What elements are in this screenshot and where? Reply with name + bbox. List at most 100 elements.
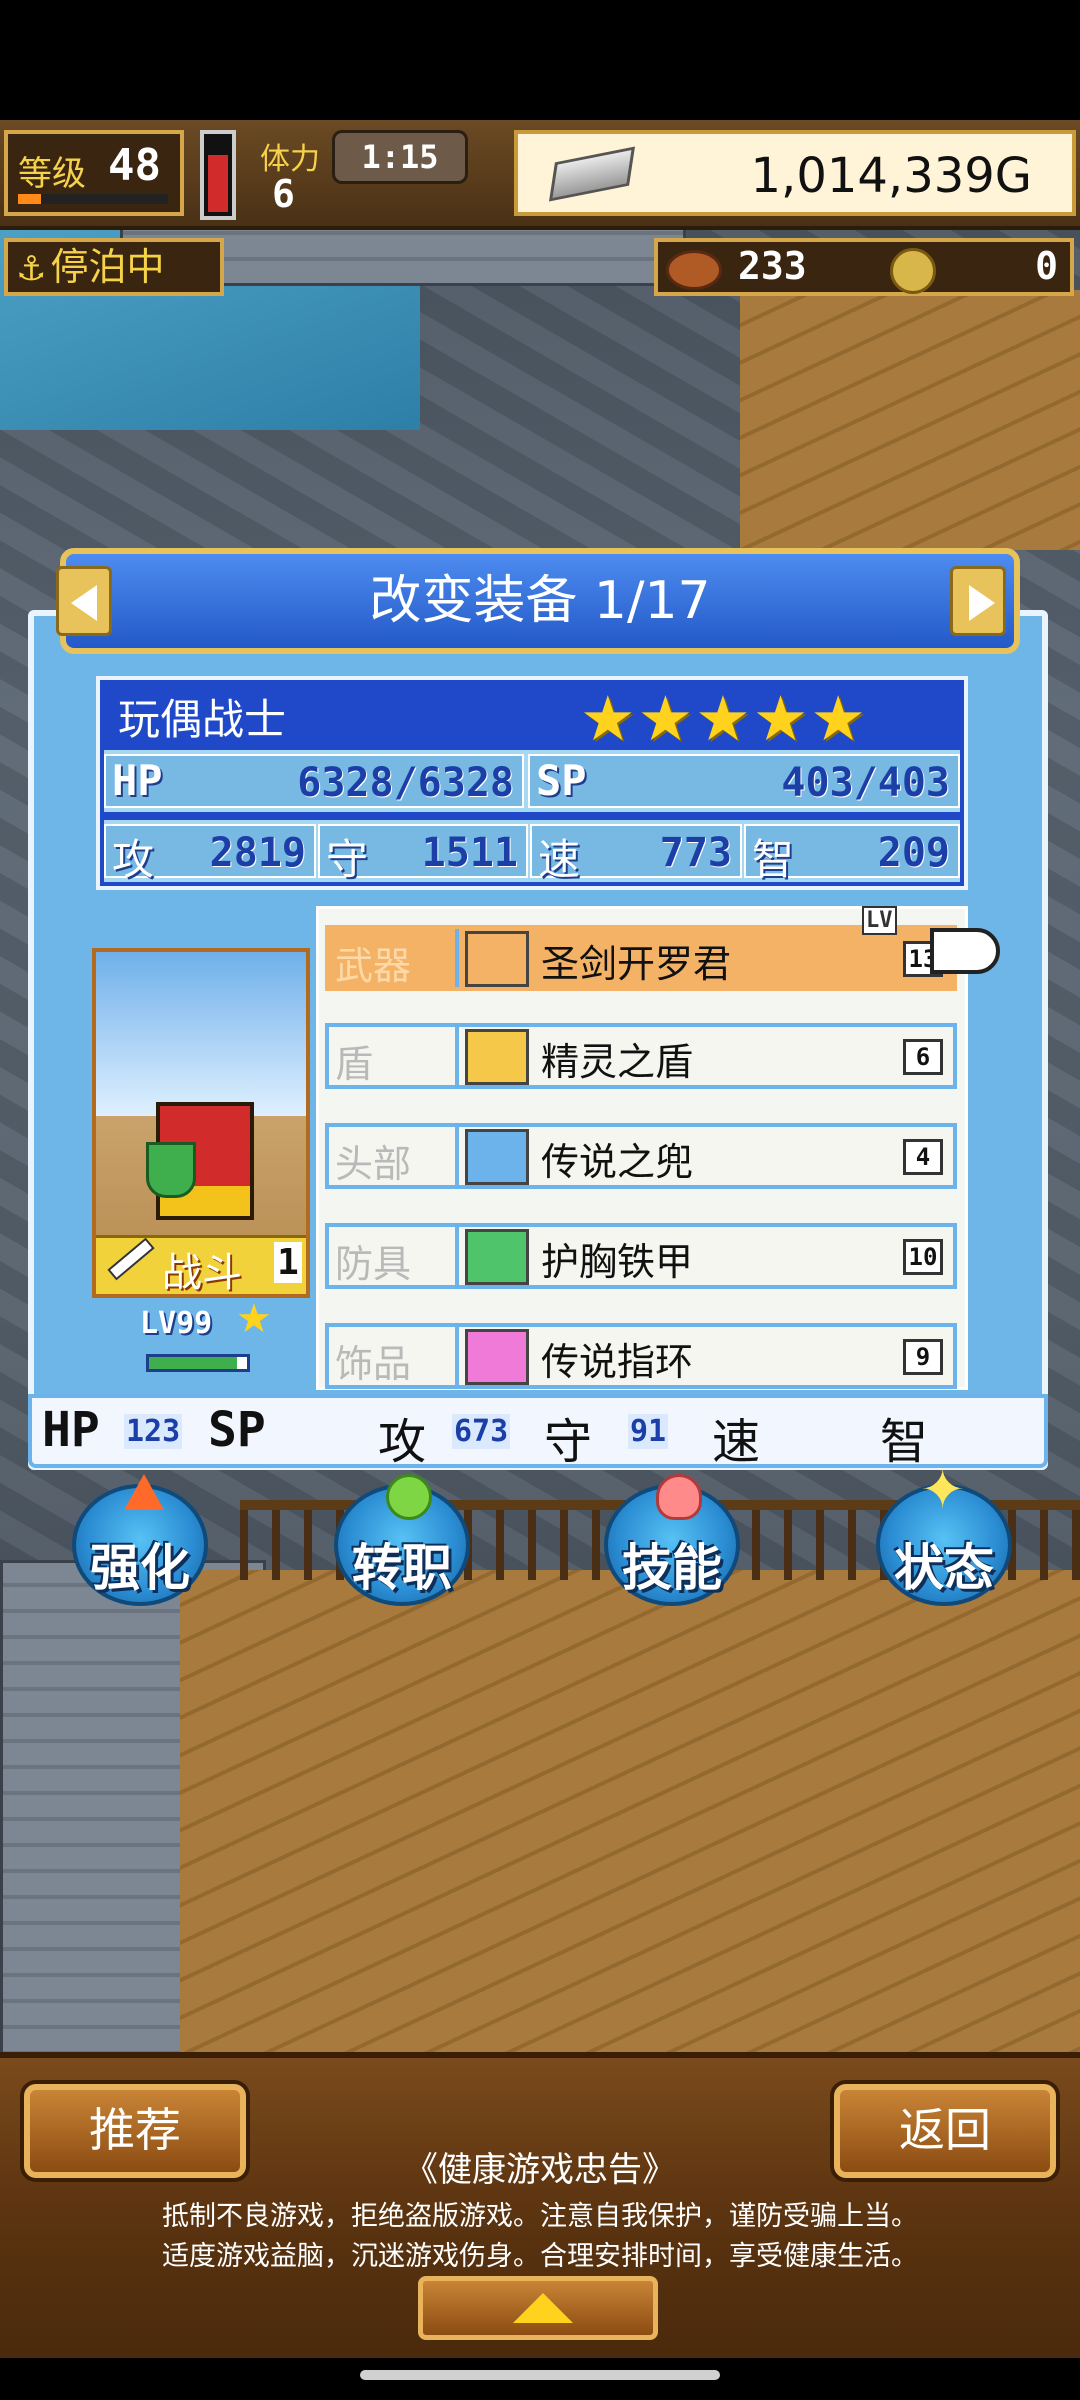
health-advice-title: 《健康游戏忠告》 bbox=[404, 2150, 676, 2190]
bonus-sp-label: SP bbox=[208, 1402, 266, 1458]
hp-label: HP bbox=[112, 756, 163, 805]
medal-count: 0 bbox=[1035, 244, 1058, 288]
job-tag: 战斗 1 bbox=[96, 1235, 306, 1294]
previous-character-button[interactable] bbox=[56, 566, 112, 636]
status-button[interactable]: ✦ 状态 bbox=[876, 1458, 1012, 1606]
arrow-up-icon bbox=[124, 1474, 164, 1510]
character-name: 玩偶战士 bbox=[118, 695, 287, 744]
stamina-gauge bbox=[200, 130, 236, 220]
green-gem-icon bbox=[386, 1474, 432, 1520]
slot-divider bbox=[455, 1127, 459, 1185]
slot-divider bbox=[455, 929, 459, 987]
sp-value: 403/403 bbox=[781, 760, 950, 806]
intelligence-stat: 智 209 bbox=[744, 824, 960, 884]
market-stall bbox=[740, 290, 1080, 550]
slot-label: 头部 bbox=[335, 1142, 412, 1186]
player-level-box: 等级 48 bbox=[4, 130, 184, 216]
gold-amount: 1,014,339G bbox=[750, 148, 1032, 204]
home-indicator[interactable] bbox=[360, 2370, 720, 2380]
stamina-value: 6 bbox=[272, 172, 295, 216]
player-level: 48 bbox=[108, 140, 161, 191]
job-change-button[interactable]: 转职 bbox=[334, 1474, 470, 1606]
speed-stat: 速 773 bbox=[530, 824, 742, 884]
skills-button[interactable]: 技能 bbox=[604, 1474, 740, 1606]
expand-menu-button[interactable] bbox=[418, 2276, 658, 2340]
equip-name: 圣剑开罗君 bbox=[541, 942, 732, 986]
health-advice-line-2: 适度游戏益脑，沉迷游戏伤身。合理安排时间，享受健康生活。 bbox=[162, 2241, 918, 2272]
green-shield-sprite bbox=[146, 1142, 196, 1198]
bonus-hp-value: 123 bbox=[124, 1414, 183, 1449]
bonus-attack-label: 攻 bbox=[378, 1414, 427, 1470]
sp-label: SP bbox=[536, 756, 587, 805]
character-portrait: 战斗 1 bbox=[92, 948, 310, 1298]
attack-stat: 攻 2819 bbox=[104, 824, 316, 884]
shield-icon bbox=[465, 1029, 529, 1085]
equip-level: 10 bbox=[903, 1239, 943, 1275]
gold-bar-icon bbox=[548, 146, 636, 202]
equip-name: 传说之兜 bbox=[541, 1140, 694, 1184]
bonus-defense-value: 91 bbox=[628, 1414, 669, 1449]
slot-label: 饰品 bbox=[335, 1342, 412, 1386]
equip-level: 9 bbox=[903, 1339, 943, 1375]
bonus-attack-value: 673 bbox=[452, 1414, 511, 1449]
equip-slot-head[interactable]: 头部 传说之兜 4 bbox=[325, 1123, 957, 1189]
bonus-speed-label: 速 bbox=[712, 1414, 761, 1470]
level-progress-bar bbox=[18, 194, 168, 204]
equip-slot-armor[interactable]: 防具 护胸铁甲 10 bbox=[325, 1223, 957, 1289]
rarity-stars: ★★★★★ bbox=[580, 682, 868, 755]
slot-label: 盾 bbox=[335, 1042, 374, 1086]
armor-icon bbox=[465, 1229, 529, 1285]
upgrade-label: 强化 bbox=[90, 1539, 190, 1597]
equip-name: 精灵之盾 bbox=[541, 1040, 694, 1084]
medal-coin-icon bbox=[890, 248, 936, 294]
status-label: 状态 bbox=[894, 1539, 994, 1597]
defense-label: 守 bbox=[326, 835, 369, 884]
intelligence-label: 智 bbox=[752, 835, 795, 884]
ring-icon bbox=[465, 1329, 529, 1385]
intelligence-value: 209 bbox=[877, 830, 950, 876]
slot-divider bbox=[455, 1027, 459, 1085]
food-count: 233 bbox=[738, 244, 807, 288]
upgrade-button[interactable]: 强化 bbox=[72, 1474, 208, 1606]
resources-box: 233 0 bbox=[654, 238, 1074, 296]
arrow-left-icon bbox=[71, 585, 97, 621]
sword-icon bbox=[107, 1237, 155, 1281]
equip-level: 6 bbox=[903, 1039, 943, 1075]
moor-status: ⚓ 停泊中 bbox=[4, 238, 224, 296]
slot-label: 防具 bbox=[335, 1242, 412, 1286]
character-stats: 玩偶战士 ★★★★★ HP 6328/6328 SP 403/403 攻 281… bbox=[96, 676, 968, 890]
experience-bar bbox=[146, 1354, 250, 1372]
stats-row-attributes: 攻 2819 守 1511 速 773 智 209 bbox=[104, 820, 960, 884]
ship-deck bbox=[180, 1570, 1080, 2100]
equipment-list: 武器 圣剑开罗君 13 盾 精灵之盾 6 头部 传说之兜 4 防具 护胸铁甲 1… bbox=[316, 906, 968, 1390]
panel-title: 改变装备 1/17 bbox=[60, 548, 1020, 654]
equip-slot-accessory[interactable]: 饰品 传说指环 9 bbox=[325, 1323, 957, 1389]
pointing-hand-icon bbox=[930, 928, 1000, 974]
slot-divider bbox=[455, 1327, 459, 1385]
job-change-label: 转职 bbox=[352, 1539, 452, 1597]
stamina-box: 体力 6 1:15 bbox=[252, 130, 482, 216]
bonus-hp-label: HP bbox=[42, 1402, 100, 1458]
meat-icon bbox=[666, 250, 722, 290]
health-advice-line-1: 抵制不良游戏，拒绝盗版游戏。注意自我保护，谨防受骗上当。 bbox=[162, 2201, 918, 2232]
defense-value: 1511 bbox=[421, 830, 518, 876]
status-row: ⚓ 停泊中 233 0 bbox=[0, 234, 1080, 298]
level-label: 等级 bbox=[18, 154, 86, 194]
equip-name: 传说指环 bbox=[541, 1340, 694, 1384]
top-hud: 等级 48 体力 6 1:15 1,014,339G bbox=[0, 120, 1080, 230]
slot-label: 武器 bbox=[335, 944, 412, 988]
job-rank: 1 bbox=[274, 1242, 302, 1283]
equipment-bonus-bar: HP 123 SP 攻 673 守 91 速 智 bbox=[28, 1394, 1048, 1470]
equip-slot-shield[interactable]: 盾 精灵之盾 6 bbox=[325, 1023, 957, 1089]
speed-value: 773 bbox=[659, 830, 732, 876]
equip-level: 4 bbox=[903, 1139, 943, 1175]
speed-label: 速 bbox=[538, 835, 581, 884]
next-character-button[interactable] bbox=[950, 566, 1006, 636]
sp-stat: SP 403/403 bbox=[528, 754, 960, 808]
stamina-timer: 1:15 bbox=[332, 130, 468, 184]
attack-value: 2819 bbox=[209, 830, 306, 876]
bottom-bar: 推荐 返回 《健康游戏忠告》 抵制不良游戏，拒绝盗版游戏。注意自我保护，谨防受骗… bbox=[0, 2052, 1080, 2358]
skills-label: 技能 bbox=[622, 1539, 722, 1597]
defense-stat: 守 1511 bbox=[318, 824, 528, 884]
equip-name: 护胸铁甲 bbox=[541, 1240, 694, 1284]
